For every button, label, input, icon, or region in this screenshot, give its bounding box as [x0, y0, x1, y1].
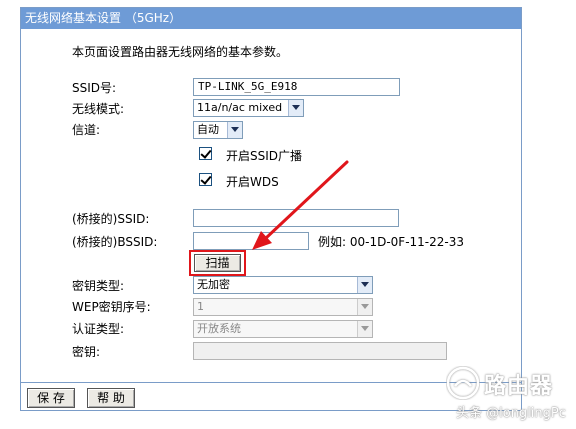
watermark-logo-text: 路由器	[484, 374, 554, 399]
router-logo-icon	[446, 366, 480, 400]
watermark-credit: 头条 @longlingPc	[456, 406, 566, 421]
red-arrow-icon	[252, 160, 349, 250]
